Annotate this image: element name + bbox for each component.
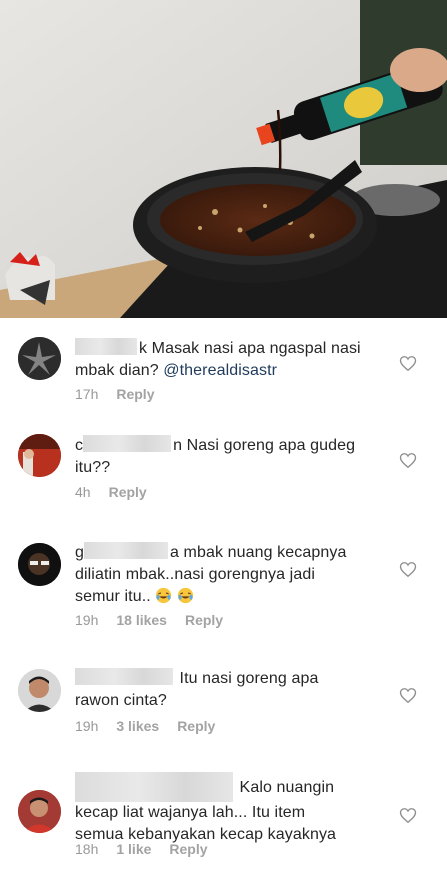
comment-time: 19h bbox=[75, 612, 99, 628]
face-with-tears-of-joy-icon bbox=[177, 587, 194, 604]
blurred-username[interactable] bbox=[83, 435, 172, 452]
blurred-username[interactable] bbox=[75, 668, 173, 685]
heart-outline-icon[interactable] bbox=[399, 687, 417, 704]
reply-button[interactable]: Reply bbox=[169, 841, 207, 857]
likes-count[interactable]: 3 likes bbox=[116, 718, 159, 734]
reply-button[interactable]: Reply bbox=[116, 386, 154, 402]
comment-meta: 19h 3 likes Reply bbox=[75, 718, 233, 734]
comment-text: c n Nasi goreng apa gudeg itu?? bbox=[75, 435, 365, 479]
comment-line: rawon cinta? bbox=[75, 692, 167, 709]
likes-count[interactable]: 1 like bbox=[116, 841, 151, 857]
mention-link[interactable]: @therealdisastr bbox=[163, 362, 277, 379]
comment-line: Nasi goreng apa gudeg bbox=[186, 437, 356, 454]
comment-time: 4h bbox=[75, 484, 91, 500]
blurred-username[interactable] bbox=[84, 542, 168, 559]
comment-time: 19h bbox=[75, 718, 99, 734]
comment-meta: 17h Reply bbox=[75, 386, 172, 402]
heart-outline-icon[interactable] bbox=[399, 355, 417, 372]
post-photo bbox=[0, 0, 447, 318]
avatar[interactable] bbox=[18, 669, 61, 712]
username-prefix: c bbox=[75, 437, 84, 454]
comment-meta: 19h 18 likes Reply bbox=[75, 612, 241, 628]
comment-meta: 4h Reply bbox=[75, 484, 165, 500]
comment-line: a mbak nuang kecapnya bbox=[170, 544, 347, 561]
blurred-username[interactable] bbox=[75, 772, 233, 802]
heart-outline-icon[interactable] bbox=[399, 807, 417, 824]
username-prefix: g bbox=[75, 544, 84, 561]
comment-text: Itu nasi goreng apa rawon cinta? bbox=[75, 668, 365, 712]
comment-line: mbak dian? bbox=[75, 362, 164, 379]
comment-text: g a mbak nuang kecapnya diliatin mbak..na… bbox=[75, 542, 365, 608]
avatar[interactable] bbox=[18, 543, 61, 586]
reply-button[interactable]: Reply bbox=[109, 484, 147, 500]
comment-meta: 18h 1 like Reply bbox=[75, 841, 226, 857]
comment-text: k Masak nasi apa ngaspal nasi mbak dian?… bbox=[75, 338, 365, 382]
comment-line: diliatin mbak..nasi gorengnya jadi bbox=[75, 566, 315, 583]
face-with-tears-of-joy-icon bbox=[156, 587, 172, 604]
avatar[interactable] bbox=[18, 790, 61, 833]
comment-line: kecap liat wajanya lah... Itu item bbox=[75, 804, 306, 821]
blurred-username[interactable] bbox=[75, 338, 137, 355]
comment-text: Kalo nuangin kecap liat wajanya lah... I… bbox=[75, 772, 365, 846]
username-suffix: k bbox=[139, 340, 148, 357]
reply-button[interactable]: Reply bbox=[177, 718, 215, 734]
avatar[interactable] bbox=[18, 434, 61, 477]
heart-outline-icon[interactable] bbox=[399, 561, 417, 578]
username-suffix: n bbox=[173, 437, 183, 454]
comment-line: semur itu.. bbox=[75, 588, 151, 605]
comment-line: Masak nasi apa ngaspal nasi bbox=[151, 340, 361, 357]
comment-line: Kalo nuangin bbox=[239, 779, 335, 796]
comment-line: Itu nasi goreng apa bbox=[179, 670, 319, 687]
heart-outline-icon[interactable] bbox=[399, 452, 417, 469]
comment-time: 17h bbox=[75, 386, 99, 402]
reply-button[interactable]: Reply bbox=[185, 612, 223, 628]
comment-line: itu?? bbox=[75, 459, 111, 476]
comment-time: 18h bbox=[75, 841, 99, 857]
avatar[interactable] bbox=[18, 337, 61, 380]
likes-count[interactable]: 18 likes bbox=[116, 612, 167, 628]
